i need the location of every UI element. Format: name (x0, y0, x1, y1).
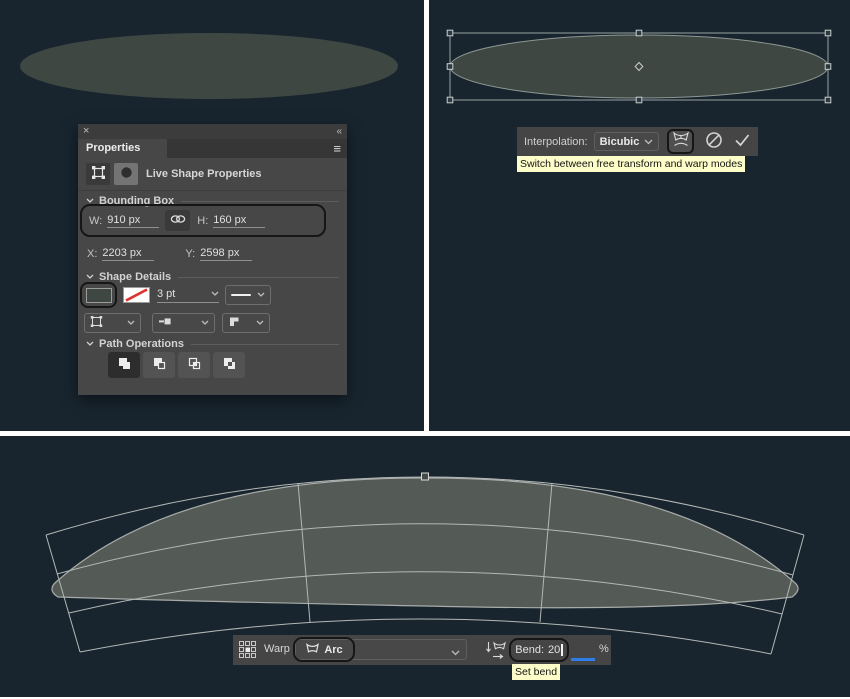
warp-style-dropdown[interactable]: Arc (295, 639, 467, 660)
stroke-corners-dropdown[interactable] (222, 313, 270, 333)
section-rule (178, 277, 339, 278)
collapse-icon[interactable]: « (336, 124, 341, 139)
section-shape-details[interactable]: Shape Details (86, 270, 339, 284)
shape-properties-button[interactable] (114, 163, 138, 185)
set-bend-tooltip: Set bend (512, 664, 560, 680)
panel-tab-row: Properties ≡ (78, 139, 347, 158)
bend-value: 20 (548, 644, 560, 656)
exclude-overlapping-shapes-button[interactable] (213, 352, 245, 378)
xy-row: X: 2203 px Y: 2598 px (87, 247, 252, 261)
section-label: Path Operations (99, 338, 184, 350)
text-cursor (561, 644, 563, 656)
warp-label: Warp (264, 643, 290, 655)
chevron-down-icon (201, 317, 209, 329)
cancel-icon (705, 131, 723, 152)
exclude-overlapping-shapes-icon (222, 356, 237, 374)
reference-grid-icon (239, 641, 256, 661)
chevron-down-icon (451, 647, 460, 659)
section-rule (191, 344, 339, 345)
intersect-shape-areas-icon (187, 356, 202, 374)
warp-top-handle[interactable] (422, 473, 429, 480)
chevron-down-icon (644, 136, 653, 148)
properties-panel: × « Properties ≡ (78, 124, 347, 395)
commit-transform-button[interactable] (733, 132, 751, 151)
chevron-down-icon (86, 338, 94, 350)
width-height-annotation-ring: W: 910 px H: 160 px (80, 204, 326, 237)
link-dimensions-button[interactable] (165, 210, 190, 231)
fill-color-swatch[interactable] (86, 288, 112, 303)
subtract-front-shape-button[interactable] (143, 352, 175, 378)
warped-ellipse-shape[interactable] (52, 478, 798, 608)
width-field[interactable]: 910 px (107, 214, 159, 228)
section-path-operations[interactable]: Path Operations (86, 337, 339, 351)
path-operations-row (108, 352, 245, 378)
panel-header-title: Live Shape Properties (146, 163, 262, 185)
no-stroke-slash-icon (124, 293, 149, 305)
chevron-down-icon (127, 317, 135, 329)
stroke-width-value: 3 pt (157, 288, 175, 300)
stroke-corners-icon (228, 316, 240, 330)
transform-options-bar: Interpolation: Bicubic (517, 127, 758, 156)
chain-link-icon (170, 213, 186, 228)
width-label: W: (89, 215, 102, 227)
percent-label: % (599, 643, 609, 655)
stroke-caps-icon (158, 316, 171, 330)
toggle-warp-mode-button[interactable] (667, 129, 694, 154)
bend-field[interactable]: Bend: 20 (509, 638, 569, 662)
stroke-style-dropdown[interactable] (225, 285, 271, 305)
ellipse-shape-selected[interactable] (450, 35, 828, 98)
bend-label: Bend: (515, 644, 544, 656)
chevron-down-icon (257, 289, 265, 301)
x-label: X: (87, 248, 97, 260)
stroke-align-icon (90, 316, 103, 331)
combine-shapes-icon (117, 356, 132, 374)
stroke-color-swatch[interactable] (123, 287, 150, 303)
panel-body: Live Shape Properties Bounding Box W: 91… (78, 158, 347, 395)
height-field[interactable]: 160 px (213, 214, 265, 228)
ellipse-shape[interactable] (20, 33, 398, 99)
arc-warp-icon (305, 642, 320, 657)
stroke-caps-dropdown[interactable] (152, 313, 215, 333)
subtract-front-shape-icon (152, 356, 167, 374)
reference-point-locator[interactable] (239, 641, 256, 661)
interpolation-label: Interpolation: (524, 136, 588, 148)
stroke-width-field[interactable]: 3 pt (157, 286, 219, 303)
photoshop-tutorial-screenshot: × « Properties ≡ (0, 0, 850, 699)
warp-options-bar: Warp Arc (233, 635, 611, 665)
bend-field-focus-underline (571, 658, 595, 661)
transform-properties-button[interactable] (86, 163, 110, 185)
chevron-down-icon (211, 288, 219, 300)
height-label: H: (197, 215, 208, 227)
chevron-down-icon (256, 317, 264, 329)
interpolation-dropdown[interactable]: Bicubic (594, 132, 660, 151)
warp-mode-tooltip: Switch between free transform and warp m… (517, 156, 745, 172)
warp-mode-icon (670, 131, 692, 152)
transform-icon (91, 165, 106, 183)
warp-style-annotation-ring: Arc (293, 637, 355, 662)
close-icon[interactable]: × (83, 124, 89, 139)
vertical-divider (424, 0, 429, 431)
fill-swatch-annotation-ring (80, 282, 117, 308)
interpolation-value: Bicubic (600, 136, 640, 148)
transform-canvas (432, 0, 850, 130)
warp-orientation-button[interactable] (485, 640, 508, 663)
panel-titlebar: × « (78, 124, 347, 139)
warp-style-value: Arc (324, 644, 342, 656)
tab-properties[interactable]: Properties (78, 139, 167, 158)
y-field[interactable]: 2598 px (200, 247, 252, 261)
intersect-shape-areas-button[interactable] (178, 352, 210, 378)
combine-shapes-button[interactable] (108, 352, 140, 378)
panel-menu-icon[interactable]: ≡ (333, 139, 341, 158)
warp-orientation-icon (485, 640, 508, 663)
section-rule (181, 201, 339, 202)
x-field[interactable]: 2203 px (102, 247, 154, 261)
filled-circle-icon (120, 166, 133, 182)
checkmark-icon (733, 132, 751, 151)
y-label: Y: (185, 248, 195, 260)
panel-divider (78, 190, 347, 191)
stroke-align-dropdown[interactable] (84, 313, 141, 333)
solid-line-icon (231, 294, 251, 296)
cancel-transform-button[interactable] (705, 131, 723, 152)
